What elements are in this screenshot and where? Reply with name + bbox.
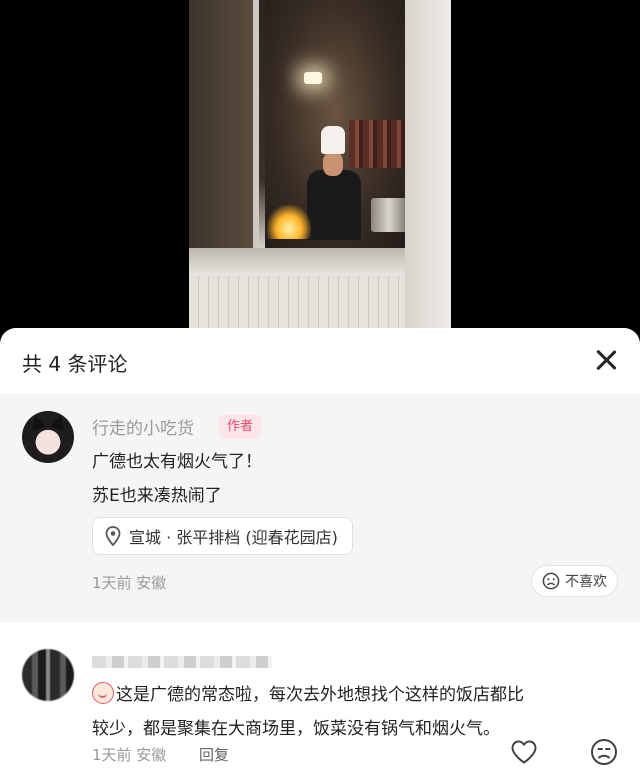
avatar-cat-ear-right — [50, 413, 68, 431]
comment-text-line: 苏E也来凑热闹了 — [92, 486, 222, 506]
comment-sheet-header: 共 4 条评论 — [0, 328, 640, 394]
video-pot — [371, 198, 407, 232]
location-text: 宣城 · 张平排档 (迎春花园店) — [129, 528, 338, 547]
comment-meta: 1天前 安徽 — [92, 574, 167, 592]
video-window-frame — [189, 0, 259, 250]
video-frame[interactable] — [189, 0, 451, 328]
video-window-sill — [189, 248, 405, 276]
video-chef-hat — [321, 126, 345, 154]
video-chef — [307, 170, 361, 240]
dislike-label: 不喜欢 — [565, 574, 607, 590]
unhappy-face-icon — [542, 572, 560, 590]
comment-author-name-blurred — [92, 656, 272, 668]
unhappy-face-icon — [591, 739, 617, 765]
location-pin-icon — [105, 526, 121, 546]
comment-sheet: 共 4 条评论 行走的小吃货 作者 广德也太有烟火气了！ 苏E也来凑热闹了 宣城… — [0, 328, 640, 777]
video-wok-fire — [267, 205, 311, 239]
like-button[interactable] — [510, 739, 538, 765]
video-door-frame — [405, 0, 451, 328]
comment-text-line: 广德也太有烟火气了！ — [92, 452, 262, 472]
dislike-button[interactable]: 不喜欢 — [531, 565, 618, 597]
comment-item[interactable]: 这是广德的常态啦，每次去外地想找个这样的饭店都比 较少，都是聚集在大商场里，饭菜… — [0, 622, 640, 777]
screen: 共 4 条评论 行走的小吃货 作者 广德也太有烟火气了！ 苏E也来凑热闹了 宣城… — [0, 0, 640, 777]
location-chip[interactable]: 宣城 · 张平排档 (迎春花园店) — [92, 517, 353, 555]
dislike-icon-button[interactable] — [590, 738, 618, 766]
video-wall-siding — [189, 276, 405, 328]
video-chef-head — [323, 152, 343, 176]
avatar-cat-ear-left — [28, 413, 46, 431]
author-badge: 作者 — [219, 415, 262, 439]
reply-button[interactable]: 回复 — [199, 744, 229, 765]
video-ceiling-light — [304, 72, 322, 84]
crying-face-emoji — [92, 682, 114, 704]
close-icon[interactable] — [594, 348, 618, 372]
video-hanging-meat — [349, 120, 407, 168]
avatar[interactable] — [22, 649, 74, 701]
avatar[interactable] — [22, 411, 74, 463]
comment-text-line: 这是广德的常态啦，每次去外地想找个这样的饭店都比 — [116, 685, 524, 705]
comment-item[interactable]: 行走的小吃货 作者 广德也太有烟火气了！ 苏E也来凑热闹了 宣城 · 张平排档 … — [0, 394, 640, 622]
comment-author-name[interactable]: 行走的小吃货 — [92, 414, 194, 439]
comment-count-title: 共 4 条评论 — [22, 352, 128, 376]
heart-icon — [511, 740, 537, 764]
comment-meta: 1天前 安徽 — [92, 746, 167, 764]
comment-text-line: 较少，都是聚集在大商场里，饭菜没有锅气和烟火气。 — [92, 719, 500, 739]
